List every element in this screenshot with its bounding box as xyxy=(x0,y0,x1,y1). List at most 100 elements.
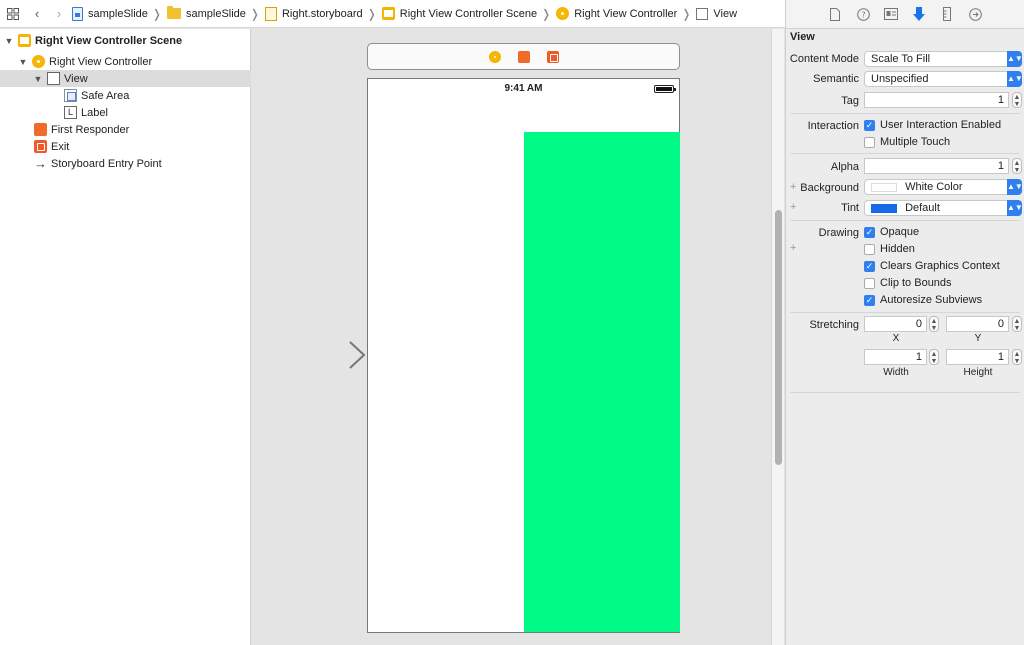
divider xyxy=(790,113,1020,114)
content-mode-popup[interactable]: Scale To Fill ▲▼ xyxy=(864,51,1023,67)
view-controller-icon[interactable] xyxy=(488,50,501,63)
view-controller-icon xyxy=(556,7,570,20)
status-bar-time: 9:41 AM xyxy=(504,83,543,94)
section-title: View xyxy=(790,31,815,43)
stretch-width-field[interactable]: 1 xyxy=(864,349,927,365)
breadcrumb-item-view-controller[interactable]: Right View Controller ❭ xyxy=(556,7,694,21)
checkbox-empty-icon xyxy=(864,277,875,289)
identity-inspector-icon[interactable] xyxy=(884,6,898,22)
breadcrumb-item-view[interactable]: View xyxy=(696,7,737,20)
background-label: Background xyxy=(800,182,859,194)
forward-chevron-icon[interactable]: › xyxy=(48,3,70,25)
content-mode-label: Content Mode xyxy=(789,53,859,65)
outline-row-view-controller[interactable]: ▼ Right View Controller xyxy=(0,53,251,70)
scene-icon xyxy=(381,7,395,20)
first-responder-icon[interactable] xyxy=(517,50,530,63)
alpha-stepper[interactable]: ▲ ▼ xyxy=(1012,158,1022,174)
outline-row-entry-point[interactable]: → Storyboard Entry Point xyxy=(0,155,251,172)
disclosure-triangle-icon[interactable]: ▼ xyxy=(33,74,43,84)
drawing-label: Drawing xyxy=(818,227,859,239)
outline-row-label[interactable]: L Label xyxy=(0,104,251,121)
popup-chevrons-icon: ▲▼ xyxy=(1007,179,1023,195)
add-variation-plus-icon[interactable]: + xyxy=(790,181,796,193)
tag-field[interactable]: 1 xyxy=(864,92,1009,108)
clears-graphics-checkbox[interactable]: ✓ Clears Graphics Context xyxy=(864,259,1000,273)
view-controller-icon xyxy=(32,55,45,68)
green-subview[interactable] xyxy=(524,132,680,632)
breadcrumb-item-scene[interactable]: Right View Controller Scene ❭ xyxy=(381,7,554,21)
outline-row-scene[interactable]: ▼ Right View Controller Scene xyxy=(0,32,251,49)
popup-chevrons-icon: ▲▼ xyxy=(1007,200,1023,216)
hidden-checkbox[interactable]: Hidden xyxy=(864,242,915,256)
scroll-thumb[interactable] xyxy=(775,210,782,465)
clip-to-bounds-checkbox[interactable]: Clip to Bounds xyxy=(864,276,952,290)
semantic-popup[interactable]: Unspecified ▲▼ xyxy=(864,71,1023,87)
connections-inspector-icon[interactable] xyxy=(968,6,982,22)
jump-bar: ‹ › sampleSlide ❭ sampleSlide ❭ Right.stor… xyxy=(0,0,785,28)
back-chevron-icon[interactable]: ‹ xyxy=(26,3,48,25)
stretch-height-field[interactable]: 1 xyxy=(946,349,1009,365)
tint-popup[interactable]: Default ▲▼ xyxy=(864,200,1023,216)
white-swatch xyxy=(871,182,897,192)
breadcrumb-item-folder[interactable]: sampleSlide ❭ xyxy=(166,6,263,21)
autoresize-checkbox[interactable]: ✓ Autoresize Subviews xyxy=(864,293,982,307)
quick-help-icon[interactable]: ? xyxy=(856,6,870,22)
multiple-touch-checkbox[interactable]: Multiple Touch xyxy=(864,135,950,149)
outline-row-exit[interactable]: Exit xyxy=(0,138,251,155)
checkmark-icon: ✓ xyxy=(864,294,875,306)
outline-row-first-responder[interactable]: First Responder xyxy=(0,121,251,138)
disclosure-triangle-icon[interactable]: ▼ xyxy=(18,57,28,67)
disclosure-triangle-icon[interactable]: ▼ xyxy=(4,36,14,46)
breadcrumb-item-storyboard[interactable]: Right.storyboard ❭ xyxy=(264,6,380,21)
arrow-right-icon: → xyxy=(34,156,47,171)
outline-row-view[interactable]: ▼ View xyxy=(0,70,251,87)
popup-chevrons-icon: ▲▼ xyxy=(1007,51,1023,67)
inspector-tabs: ? xyxy=(786,0,1024,29)
interaction-label: Interaction xyxy=(807,120,859,132)
alpha-field[interactable]: 1 xyxy=(864,158,1009,174)
user-interaction-checkbox[interactable]: ✓ User Interaction Enabled xyxy=(864,118,1001,132)
related-items-grid-icon[interactable] xyxy=(2,3,24,25)
view-icon xyxy=(696,7,709,20)
tint-label: Tint xyxy=(841,202,859,214)
attributes-inspector-icon[interactable] xyxy=(912,6,926,22)
stretch-x-stepper[interactable]: ▲ ▼ xyxy=(929,316,939,332)
checkbox-empty-icon xyxy=(864,136,875,148)
scene-dock xyxy=(367,43,680,70)
background-popup[interactable]: White Color ▲▼ xyxy=(864,179,1023,195)
storyboard-canvas[interactable]: 9:41 AM xyxy=(252,29,770,645)
first-responder-icon xyxy=(34,123,47,136)
exit-icon[interactable] xyxy=(546,50,559,63)
attributes-inspector: ? View Content Mode Scale To Fill ▲▼ Sem… xyxy=(785,0,1024,645)
stretch-x-field[interactable]: 0 xyxy=(864,316,927,332)
stretching-label: Stretching xyxy=(809,319,859,331)
alpha-label: Alpha xyxy=(830,161,859,173)
add-variation-plus-icon[interactable]: + xyxy=(790,201,796,213)
stretch-width-stepper[interactable]: ▲ ▼ xyxy=(929,349,939,365)
breadcrumb-item-project[interactable]: sampleSlide ❭ xyxy=(72,6,165,21)
tag-stepper[interactable]: ▲ ▼ xyxy=(1012,92,1022,108)
view-controller-view[interactable]: 9:41 AM xyxy=(367,78,680,633)
battery-icon xyxy=(654,85,674,93)
blue-swatch xyxy=(871,203,897,213)
divider xyxy=(790,312,1020,313)
stretch-height-stepper[interactable]: ▲ ▼ xyxy=(1012,349,1022,365)
safe-area-icon xyxy=(64,89,77,102)
stretch-y-stepper[interactable]: ▲ ▼ xyxy=(1012,316,1022,332)
battery-tip xyxy=(674,88,676,91)
x-caption: X xyxy=(892,333,900,344)
opaque-checkbox[interactable]: ✓ Opaque xyxy=(864,225,919,239)
canvas-scrollbar[interactable] xyxy=(771,29,784,645)
file-inspector-icon[interactable] xyxy=(828,6,842,22)
file-icon xyxy=(72,6,83,21)
divider xyxy=(790,153,1020,154)
stretch-y-field[interactable]: 0 xyxy=(946,316,1009,332)
add-variation-plus-icon[interactable]: + xyxy=(790,242,796,254)
size-inspector-icon[interactable] xyxy=(940,6,954,22)
storyboard-icon xyxy=(264,6,277,21)
outline-row-safe-area[interactable]: Safe Area xyxy=(0,87,251,104)
svg-text:?: ? xyxy=(861,10,865,19)
scene-icon xyxy=(18,34,31,47)
y-caption: Y xyxy=(974,333,982,344)
entry-point-arrow-icon[interactable] xyxy=(284,340,368,370)
